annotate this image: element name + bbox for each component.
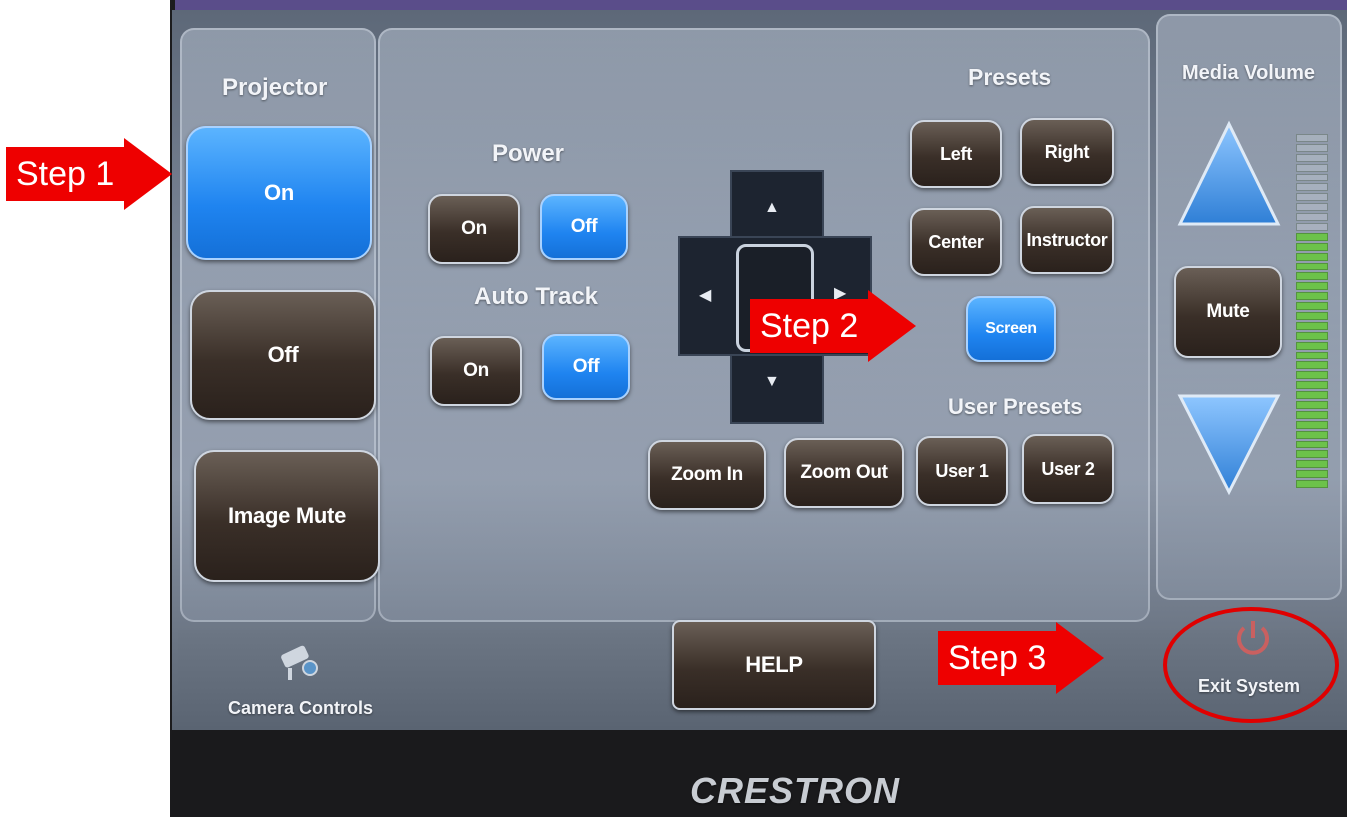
volume-up-icon[interactable]	[1176, 120, 1282, 228]
volume-meter-segment	[1296, 232, 1328, 241]
step1-label: Step 1	[6, 147, 125, 201]
presets-title: Presets	[968, 64, 1052, 90]
volume-meter-segment	[1296, 312, 1328, 320]
help-button[interactable]: HELP	[672, 620, 876, 710]
volume-meter-segment	[1296, 292, 1328, 301]
volume-meter-segment	[1296, 213, 1328, 221]
preset-left-button[interactable]: Left	[910, 120, 1002, 188]
volume-meter-segment	[1296, 223, 1328, 231]
volume-meter-segment	[1296, 203, 1328, 212]
step2-arrow-icon	[868, 290, 917, 362]
volume-meter-segment	[1296, 321, 1328, 330]
volume-meter-segment	[1296, 480, 1328, 488]
volume-meter-segment	[1296, 351, 1328, 360]
arrow-left-icon[interactable]: ◀	[699, 288, 711, 304]
volume-meter-segment	[1296, 183, 1328, 192]
preset-center-button[interactable]: Center	[910, 208, 1002, 276]
volume-meter-segment	[1296, 153, 1328, 162]
preset-instructor-button[interactable]: Instructor	[1020, 206, 1114, 274]
power-on-button[interactable]: On	[428, 194, 520, 264]
volume-meter-segment	[1296, 430, 1328, 439]
brand-logo: CRESTRON	[690, 770, 901, 811]
volume-meter-segment	[1296, 134, 1328, 142]
arrow-up-icon[interactable]: ▲	[764, 200, 780, 216]
volume-meter-segment	[1296, 401, 1328, 409]
volume-meter-segment	[1296, 391, 1328, 399]
user2-button[interactable]: User 2	[1022, 434, 1114, 504]
volume-meter-segment	[1296, 341, 1328, 350]
step1-annotation: Step 1	[6, 138, 173, 210]
media-volume-title: Media Volume	[1182, 62, 1315, 84]
volume-meter-segment	[1296, 470, 1328, 479]
step2-label: Step 2	[750, 299, 869, 353]
preset-right-button[interactable]: Right	[1020, 118, 1114, 186]
volume-down-icon[interactable]	[1176, 392, 1282, 496]
power-title: Power	[492, 140, 565, 167]
volume-meter-segment	[1296, 302, 1328, 310]
preset-screen-button[interactable]: Screen	[966, 296, 1056, 362]
volume-meter-segment	[1296, 440, 1328, 449]
exit-highlight-circle	[1163, 607, 1339, 723]
user-presets-title: User Presets	[948, 394, 1083, 419]
camera-controls-button[interactable]: Camera Controls	[196, 630, 386, 726]
volume-meter-segment	[1296, 410, 1328, 419]
volume-meter-segment	[1296, 282, 1328, 291]
projector-off-button[interactable]: Off	[190, 290, 376, 420]
step3-label: Step 3	[938, 631, 1057, 685]
volume-meter-segment	[1296, 262, 1328, 271]
volume-meter-segment	[1296, 272, 1328, 281]
step3-arrow-icon	[1056, 622, 1105, 694]
zoom-out-button[interactable]: Zoom Out	[784, 438, 904, 508]
projector-title: Projector	[222, 74, 328, 101]
power-off-button[interactable]: Off	[540, 194, 628, 260]
volume-meter-segment	[1296, 163, 1328, 172]
step2-annotation: Step 2	[750, 290, 917, 362]
projector-on-button[interactable]: On	[186, 126, 372, 260]
volume-meter-segment	[1296, 193, 1328, 202]
volume-meter-segment	[1296, 371, 1328, 380]
auto-track-off-button[interactable]: Off	[542, 334, 630, 400]
volume-meter-segment	[1296, 381, 1328, 390]
user1-button[interactable]: User 1	[916, 436, 1008, 506]
step3-annotation: Step 3	[938, 622, 1105, 694]
camera-icon	[281, 645, 318, 680]
volume-meter-segment	[1296, 450, 1328, 459]
zoom-in-button[interactable]: Zoom In	[648, 440, 766, 510]
volume-meter-segment	[1296, 143, 1328, 152]
volume-meter-segment	[1296, 460, 1328, 469]
arrow-down-icon[interactable]: ▼	[764, 374, 780, 390]
mute-button[interactable]: Mute	[1174, 266, 1282, 358]
volume-meter-segment	[1296, 361, 1328, 370]
volume-meter-segment	[1296, 242, 1328, 251]
volume-meter-segment	[1296, 173, 1328, 182]
image-mute-button[interactable]: Image Mute	[194, 450, 380, 582]
volume-meter-segment	[1296, 252, 1328, 261]
volume-meter-segment	[1296, 420, 1328, 429]
camera-controls-label: Camera Controls	[228, 698, 374, 718]
auto-track-on-button[interactable]: On	[430, 336, 522, 406]
volume-meter-segment	[1296, 331, 1328, 340]
auto-track-title: Auto Track	[474, 283, 599, 310]
step1-arrow-icon	[124, 138, 173, 210]
